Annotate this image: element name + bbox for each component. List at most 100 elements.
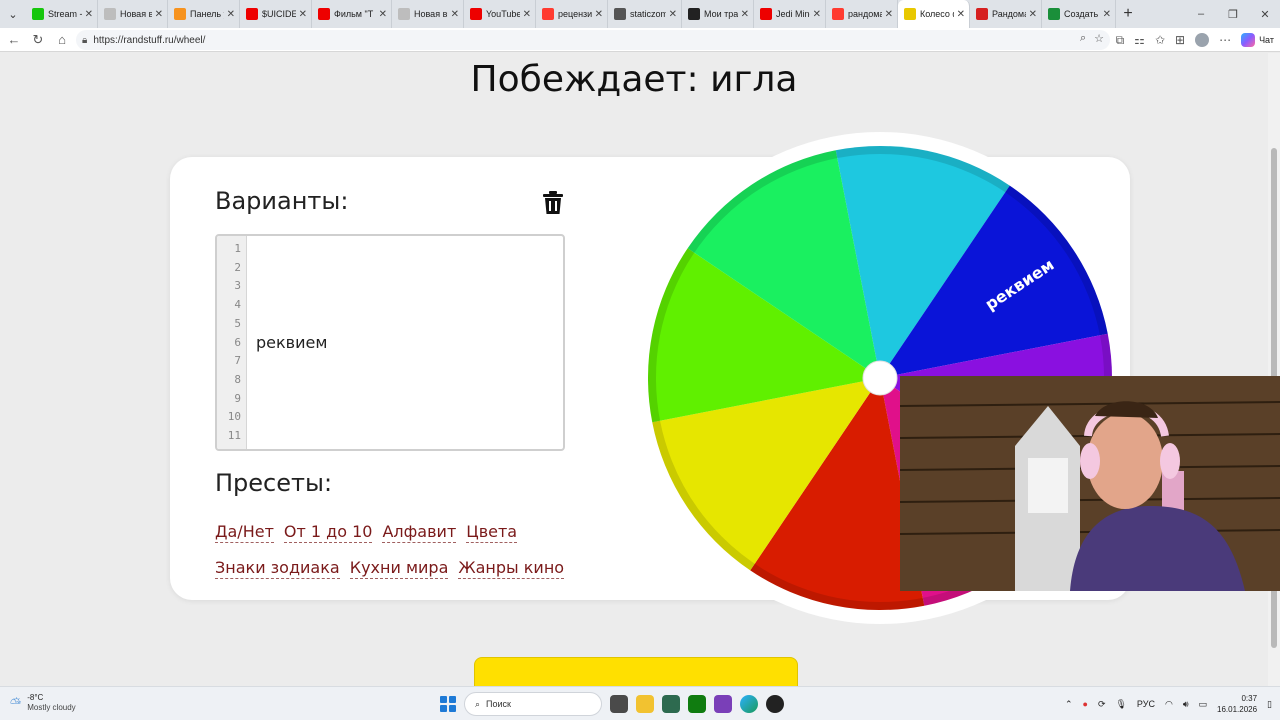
app-purple-icon[interactable] <box>714 695 732 713</box>
doc-icon <box>614 8 626 20</box>
browser-tab[interactable]: Колесо ф✕ <box>898 0 970 28</box>
close-tab-icon[interactable]: ✕ <box>155 9 163 20</box>
url-text[interactable]: https://randstuff.ru/wheel/ <box>93 35 205 46</box>
task-view-icon[interactable] <box>610 695 628 713</box>
line-number: 4 <box>234 298 241 312</box>
collections-icon[interactable]: ⊞ <box>1175 33 1185 47</box>
clock-time: 0:37 <box>1241 694 1258 703</box>
presets-list: Да/Нет От 1 до 10 Алфавит Цвета Знаки зодиак… <box>215 517 575 589</box>
close-tab-icon[interactable]: ✕ <box>741 9 749 20</box>
browser-tab[interactable]: Панель уп✕ <box>168 0 240 28</box>
file-explorer-icon[interactable] <box>636 695 654 713</box>
browser-tab[interactable]: Фильм "Т ✕ <box>312 0 392 28</box>
extensions-icon[interactable]: ⧉ <box>1116 33 1125 48</box>
tab-actions-icon[interactable]: ⌄ <box>0 0 26 28</box>
reload-icon[interactable]: ↻ <box>26 28 50 52</box>
preset-link[interactable]: Да/Нет <box>215 522 274 543</box>
tray-overflow-icon[interactable]: ⌃ <box>1065 699 1073 710</box>
maximize-icon[interactable]: ❐ <box>1218 0 1248 28</box>
youtube-icon <box>246 8 258 20</box>
close-tab-icon[interactable]: ✕ <box>227 9 235 20</box>
preset-link[interactable]: Кухни мира <box>349 558 449 579</box>
minimize-icon[interactable]: – <box>1186 0 1216 28</box>
microphone-icon[interactable]: 🎙︎ <box>1115 699 1126 710</box>
new-tab-button[interactable]: + <box>1116 5 1140 23</box>
browser-tab[interactable]: Stream - k✕ <box>26 0 98 28</box>
preset-link[interactable]: Алфавит <box>382 522 457 543</box>
tab-label: рецензия <box>558 9 592 19</box>
clock-date: 16.01.2026 <box>1217 705 1258 714</box>
close-tab-icon[interactable]: ✕ <box>669 9 677 20</box>
favorites-icon[interactable]: ✩ <box>1155 33 1165 47</box>
browser-tab[interactable]: Мои тран✕ <box>682 0 754 28</box>
lock-icon[interactable]: 🔒︎ <box>82 35 87 46</box>
close-tab-icon[interactable]: ✕ <box>885 9 893 20</box>
start-button[interactable] <box>440 696 456 712</box>
zoom-icon[interactable]: ⌕ <box>1080 32 1086 45</box>
close-tab-icon[interactable]: ✕ <box>595 9 603 20</box>
youtube-icon <box>470 8 482 20</box>
browser-tab[interactable]: Новая вкл✕ <box>392 0 464 28</box>
preset-link[interactable]: От 1 до 10 <box>283 522 373 543</box>
preset-link[interactable]: Жанры кино <box>458 558 565 579</box>
close-tab-icon[interactable]: ✕ <box>1029 9 1037 20</box>
notifications-icon[interactable]: ▯ <box>1267 699 1272 710</box>
profile-avatar[interactable] <box>1195 33 1210 47</box>
split-screen-icon[interactable]: ⚏ <box>1134 33 1145 47</box>
obs-icon[interactable] <box>766 695 784 713</box>
browser-tab[interactable]: Jedi Mind✕ <box>754 0 826 28</box>
yandex-icon <box>542 8 554 20</box>
close-tab-icon[interactable]: ✕ <box>957 9 965 20</box>
volume-icon[interactable]: 🔊︎ <box>1183 699 1189 710</box>
taskbar: ⛅︎ -8°C Mostly cloudy ⌕ Поиск ⌃ ● ⟳ 🎙︎ Р… <box>0 686 1280 720</box>
close-tab-icon[interactable]: ✕ <box>451 9 459 20</box>
preset-link[interactable]: Знаки зодиака <box>215 558 340 579</box>
close-tab-icon[interactable]: ✕ <box>523 9 531 20</box>
browser-tab[interactable]: Создать с✕ <box>1042 0 1116 28</box>
cloud-sun-icon: ⛅︎ <box>10 694 22 711</box>
battery-icon[interactable]: ▭ <box>1198 699 1207 710</box>
xbox-icon[interactable] <box>688 695 706 713</box>
copilot-button[interactable]: Чат <box>1241 33 1274 47</box>
page-icon <box>398 8 410 20</box>
line-number: 8 <box>234 372 241 386</box>
spin-button[interactable] <box>474 657 798 686</box>
page-scrollbar[interactable] <box>1268 53 1280 686</box>
tray-sync-icon[interactable]: ⟳ <box>1098 699 1106 710</box>
close-tab-icon[interactable]: ✕ <box>813 9 821 20</box>
tab-label: Рандомай <box>992 9 1026 19</box>
variant-line-6[interactable]: реквием <box>256 333 327 352</box>
search-icon: ⌕ <box>475 698 481 709</box>
home-icon[interactable]: ⌂ <box>50 28 74 52</box>
edge-icon[interactable] <box>740 695 758 713</box>
browser-tab[interactable]: $UICIDEB✕ <box>240 0 312 28</box>
language-indicator[interactable]: РУС <box>1137 699 1155 709</box>
back-icon[interactable]: ← <box>2 28 26 52</box>
wifi-icon[interactable]: ◠ <box>1165 699 1173 710</box>
more-menu-icon[interactable]: ⋯ <box>1219 33 1231 47</box>
close-tab-icon[interactable]: ✕ <box>1103 9 1111 20</box>
browser-tab[interactable]: YouTube ✕ <box>464 0 536 28</box>
preset-link[interactable]: Цвета <box>466 522 518 543</box>
favorite-star-icon[interactable]: ☆ <box>1094 32 1104 45</box>
browser-tab[interactable]: рандомай✕ <box>826 0 898 28</box>
tray-app-icon[interactable]: ● <box>1083 699 1088 709</box>
weather-widget[interactable]: ⛅︎ -8°C Mostly cloudy <box>10 693 76 713</box>
close-window-icon[interactable]: ✕ <box>1250 0 1280 28</box>
tab-label: YouTube <box>486 9 520 19</box>
address-field[interactable]: 🔒︎ https://randstuff.ru/wheel/ ⌕ ☆ <box>76 30 1110 50</box>
taskbar-search[interactable]: ⌕ Поиск <box>464 692 602 716</box>
browser-tab[interactable]: Новая вкл✕ <box>98 0 168 28</box>
app-icon[interactable] <box>662 695 680 713</box>
webcam-overlay <box>900 376 1280 591</box>
browser-tab[interactable]: Рандомай✕ <box>970 0 1042 28</box>
close-tab-icon[interactable]: ✕ <box>379 9 387 20</box>
browser-tab[interactable]: рецензия✕ <box>536 0 608 28</box>
line-number: 7 <box>234 354 241 368</box>
close-tab-icon[interactable]: ✕ <box>299 9 307 20</box>
variants-editor[interactable]: 1 2 3 4 5 6 7 8 9 10 11 реквием <box>215 234 565 451</box>
clock[interactable]: 0:37 16.01.2026 <box>1217 693 1257 715</box>
browser-tab[interactable]: staticzom ✕ <box>608 0 682 28</box>
trash-icon[interactable] <box>542 191 564 215</box>
close-tab-icon[interactable]: ✕ <box>85 9 93 20</box>
